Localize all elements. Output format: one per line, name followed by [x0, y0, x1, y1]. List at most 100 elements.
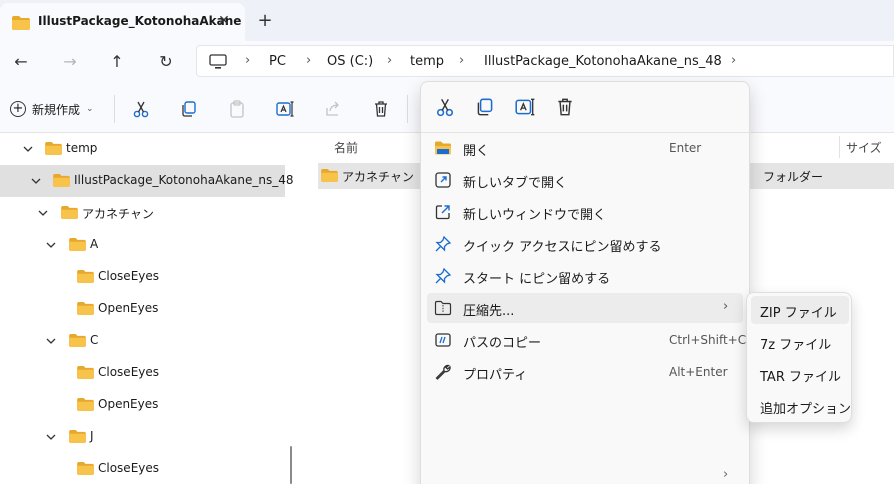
tree-item[interactable]: A: [0, 229, 285, 261]
folder-icon: [69, 430, 86, 443]
folder-icon: [61, 206, 78, 219]
rename-icon[interactable]: [513, 96, 537, 118]
menu-item-label: スタート にピン留めする: [463, 272, 611, 287]
tree-item[interactable]: CloseEyes: [0, 357, 285, 389]
tree-item-label: CloseEyes: [98, 365, 160, 379]
menu-item-label: クイック アクセスにピン留めする: [463, 240, 662, 255]
breadcrumb-separator: ›: [245, 53, 251, 68]
folder-icon: [45, 142, 62, 155]
new-button[interactable]: + 新規作成 ⌄: [10, 98, 94, 120]
divider: [407, 95, 408, 123]
submenu-item-label: TAR ファイル: [760, 370, 841, 385]
tree-item[interactable]: J: [0, 421, 285, 453]
submenu-item-tar[interactable]: TAR ファイル: [751, 360, 849, 388]
tree-item[interactable]: C: [0, 325, 285, 357]
file-type: フォルダー: [763, 170, 824, 184]
address-bar[interactable]: › PC › OS (C:) › temp › IllustPackage_Ko…: [196, 45, 894, 77]
submenu-item-7z[interactable]: 7z ファイル: [751, 328, 849, 356]
folder-icon: [321, 169, 338, 182]
tree-item-label: temp: [66, 141, 98, 155]
copy-icon[interactable]: [473, 96, 497, 118]
tab-explorer[interactable]: IllustPackage_KotonohaAkane ✕: [0, 3, 245, 41]
submenu-item-label: 7z ファイル: [760, 338, 832, 353]
chevron-down-icon[interactable]: [45, 239, 57, 251]
breadcrumb-separator: ›: [731, 53, 737, 68]
pane-splitter[interactable]: [290, 446, 292, 484]
tree-item-label: IllustPackage_KotonohaAkane_ns_48: [74, 173, 294, 187]
forward-button[interactable]: →: [57, 49, 83, 75]
share-icon[interactable]: [323, 99, 343, 119]
paste-icon[interactable]: [227, 99, 247, 119]
menu-item-label: 新しいウィンドウで開く: [463, 208, 607, 223]
breadcrumb-temp[interactable]: temp: [410, 54, 444, 69]
menu-item-open-new-window[interactable]: 新しいウィンドウで開く: [427, 197, 743, 227]
folder-icon: [69, 238, 86, 251]
tree-item-label: C: [90, 333, 99, 347]
column-header-size[interactable]: サイズ: [846, 139, 882, 156]
tree-item[interactable]: CloseEyes: [0, 261, 285, 293]
folder-icon: [77, 366, 94, 379]
delete-icon[interactable]: [553, 96, 577, 118]
folder-icon: [69, 334, 86, 347]
folder-icon: [77, 398, 94, 411]
cut-icon[interactable]: [433, 96, 457, 118]
tree-item[interactable]: OpenEyes: [0, 389, 285, 421]
new-tab-button[interactable]: +: [254, 10, 276, 32]
refresh-button[interactable]: ↻: [153, 49, 179, 75]
breadcrumb-separator: ›: [306, 53, 312, 68]
folder-open-icon: [435, 141, 451, 155]
back-button[interactable]: ←: [8, 49, 34, 75]
tree-item-label: J: [90, 429, 94, 443]
chevron-down-icon[interactable]: [45, 335, 57, 347]
copy-icon[interactable]: [179, 99, 199, 119]
tree-item[interactable]: OpenEyes: [0, 293, 285, 325]
pin-icon: [435, 267, 452, 284]
menu-item-compress[interactable]: 圧縮先... ›: [427, 293, 743, 323]
delete-icon[interactable]: [371, 99, 391, 119]
menu-item-pin-start[interactable]: スタート にピン留めする: [427, 261, 743, 291]
up-button[interactable]: ↑: [104, 49, 130, 75]
context-menu: 開く Enter 新しいタブで開く 新しいウィンドウで開く クイック アクセスに…: [420, 81, 751, 484]
close-icon[interactable]: ✕: [214, 11, 234, 31]
chevron-right-icon: ›: [723, 299, 729, 314]
menu-item-label: 開く: [463, 144, 490, 159]
menu-item-pin-quick-access[interactable]: クイック アクセスにピン留めする: [427, 229, 743, 259]
tree-item[interactable]: temp: [0, 133, 285, 165]
cut-icon[interactable]: [131, 99, 151, 119]
chevron-right-icon[interactable]: ›: [723, 467, 728, 482]
tree-item[interactable]: アカネチャン: [0, 197, 285, 229]
breadcrumb-separator: ›: [459, 53, 465, 68]
file-name: アカネチャン: [342, 170, 414, 184]
chevron-down-icon[interactable]: [22, 143, 34, 155]
chevron-down-icon[interactable]: [37, 207, 49, 219]
copy-path-icon: [435, 333, 451, 347]
navigation-pane: temp IllustPackage_KotonohaAkane_ns_48 ア…: [0, 133, 294, 484]
add-icon: +: [10, 101, 26, 117]
tab-title: IllustPackage_KotonohaAkane: [38, 14, 242, 28]
submenu-item-zip[interactable]: ZIP ファイル: [751, 296, 849, 324]
breadcrumb-pc[interactable]: PC: [269, 54, 286, 69]
menu-item-open[interactable]: 開く Enter: [427, 133, 743, 163]
menu-item-label: パスのコピー: [463, 336, 542, 351]
tree-item-label: CloseEyes: [98, 269, 160, 283]
new-window-icon: [435, 205, 450, 220]
rename-icon[interactable]: [275, 99, 295, 119]
menu-item-shortcut: Alt+Enter: [669, 365, 728, 379]
column-divider[interactable]: [839, 136, 840, 158]
tree-item-label: OpenEyes: [98, 301, 159, 315]
tree-item[interactable]: CloseEyes: [0, 453, 285, 484]
tree-item-label: CloseEyes: [98, 461, 160, 475]
menu-item-open-new-tab[interactable]: 新しいタブで開く: [427, 165, 743, 195]
submenu-item-more-options[interactable]: 追加オプション: [751, 392, 851, 420]
menu-item-copy-path[interactable]: パスのコピー Ctrl+Shift+C: [427, 325, 746, 355]
column-header-name[interactable]: 名前: [334, 139, 358, 156]
chevron-down-icon[interactable]: [30, 175, 42, 187]
pin-icon: [435, 235, 452, 252]
breadcrumb-package[interactable]: IllustPackage_KotonohaAkane_ns_48: [484, 54, 722, 69]
breadcrumb-drive[interactable]: OS (C:): [327, 54, 373, 69]
chevron-down-icon[interactable]: [45, 431, 57, 443]
divider: [114, 95, 115, 123]
compress-submenu: ZIP ファイル 7z ファイル TAR ファイル 追加オプション: [746, 292, 852, 423]
tree-item-selected[interactable]: IllustPackage_KotonohaAkane_ns_48: [0, 165, 294, 197]
menu-item-properties[interactable]: プロパティ Alt+Enter: [427, 357, 743, 387]
